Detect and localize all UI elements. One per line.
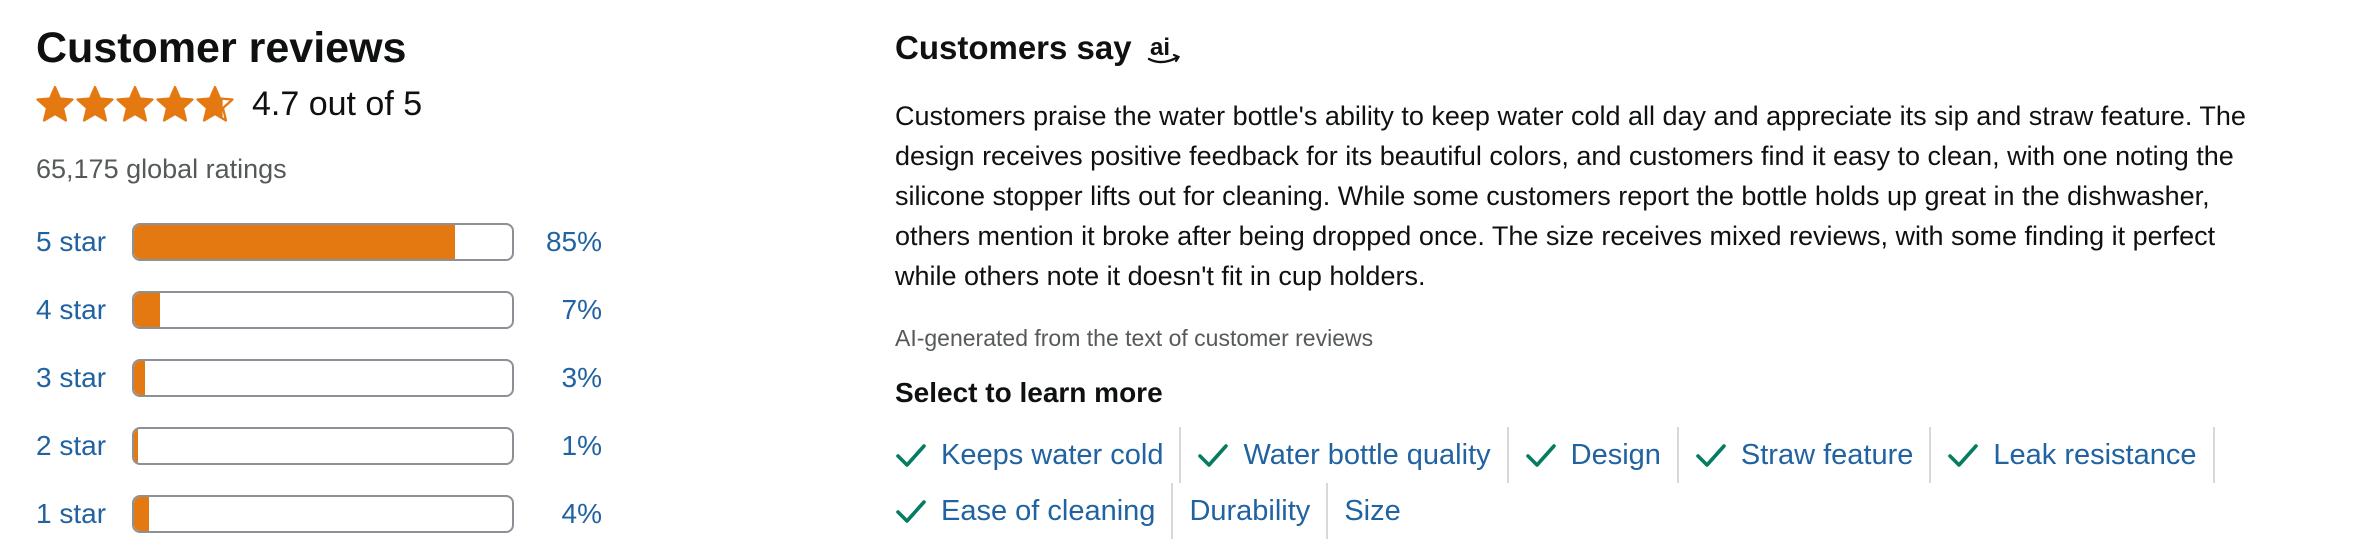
histogram-row[interactable]: 3 star 3% [36,344,626,412]
reviews-page: Customer reviews 4.7 out of 5 65,175 glo… [0,0,2378,542]
histogram-row[interactable]: 1 star 4% [36,480,626,548]
histogram-percent[interactable]: 1% [514,430,602,462]
star-full-icon [156,85,194,122]
checkmark-icon [1948,444,1979,467]
aspect-chip-label: Size [1344,494,1401,527]
histogram-star-label[interactable]: 2 star [36,430,132,462]
average-rating[interactable]: 4.7 out of 5 [36,82,626,126]
star-full-icon [76,85,114,122]
checkmark-icon [1525,444,1556,467]
aspect-chip[interactable]: Ease of cleaning [895,483,1174,539]
histogram-bar[interactable] [132,495,514,533]
histogram-bar-fill [134,361,146,395]
histogram-percent[interactable]: 4% [514,498,602,530]
customers-say-panel: Customers say ai Customers praise the wa… [895,22,2295,539]
star-full-icon [116,85,154,122]
histogram-bar-fill [134,293,161,327]
select-to-learn-more: Select to learn more [895,377,1163,408]
histogram-star-label[interactable]: 3 star [36,362,132,394]
histogram-bar[interactable] [132,427,514,465]
checkmark-icon [896,500,926,523]
star-half-icon [196,85,234,122]
histogram-row[interactable]: 5 star 85% [36,208,626,276]
customers-say-header: Customers say ai [895,22,2295,74]
histogram-bar-fill [134,497,150,531]
customers-say-title: Customers say [895,29,1132,66]
aspect-chip[interactable]: Keeps water cold [895,427,1182,483]
aspect-chip[interactable]: Design [1525,427,1679,483]
aspect-chip-label: Ease of cleaning [941,494,1156,527]
histogram-percent[interactable]: 7% [514,294,602,326]
histogram-bar-fill [134,225,456,259]
checkmark-icon [896,444,926,467]
histogram-row[interactable]: 2 star 1% [36,412,626,480]
histogram-bar-fill [134,429,138,463]
ai-generated-note: AI-generated from the text of customer r… [895,325,1374,351]
aspect-chip-label: Straw feature [1740,438,1914,471]
checkmark-icon [1198,444,1229,467]
aspect-chip[interactable]: Leak resistance [1947,427,2215,483]
histogram-bar[interactable] [132,291,514,329]
rating-text: 4.7 out of 5 [252,84,423,123]
histogram-star-label[interactable]: 5 star [36,226,132,258]
page-title: Customer reviews [36,24,407,72]
histogram-star-label[interactable]: 4 star [36,294,132,326]
aspect-chip[interactable]: Water bottle quality [1197,427,1509,483]
histogram-star-label[interactable]: 1 star [36,498,132,530]
histogram-percent[interactable]: 3% [514,362,602,394]
global-ratings-count: 65,175 global ratings [36,154,287,184]
aspect-chip-label: Water bottle quality [1243,438,1491,471]
aspect-chip-label: Keeps water cold [941,438,1164,471]
checkmark-icon [1696,444,1726,467]
histogram-row[interactable]: 4 star 7% [36,276,626,344]
customer-reviews-panel: Customer reviews 4.7 out of 5 65,175 glo… [36,20,626,548]
histogram-bar[interactable] [132,223,514,261]
aspect-chip-label: Design [1570,438,1661,471]
aspect-chip-label: Durability [1189,494,1311,527]
star-rating [36,85,236,123]
ai-icon: ai [1147,34,1180,64]
ai-review-summary: Customers praise the water bottle's abil… [895,101,2246,291]
rating-histogram: 5 star 85% 4 star 7% 3 star 3% 2 star 1% 1 star 4… [36,208,626,548]
aspect-chip[interactable]: Size [1344,483,1416,539]
aspect-chips: Keeps water cold Water bottle quality Desi… [895,427,2235,539]
aspect-chip[interactable]: Straw feature [1695,427,1932,483]
histogram-bar[interactable] [132,359,514,397]
aspect-chip[interactable]: Durability [1189,483,1329,539]
svg-text:ai: ai [1150,34,1170,61]
aspect-chip-label: Leak resistance [1993,438,2197,471]
histogram-percent[interactable]: 85% [514,226,602,258]
star-full-icon [36,85,74,122]
